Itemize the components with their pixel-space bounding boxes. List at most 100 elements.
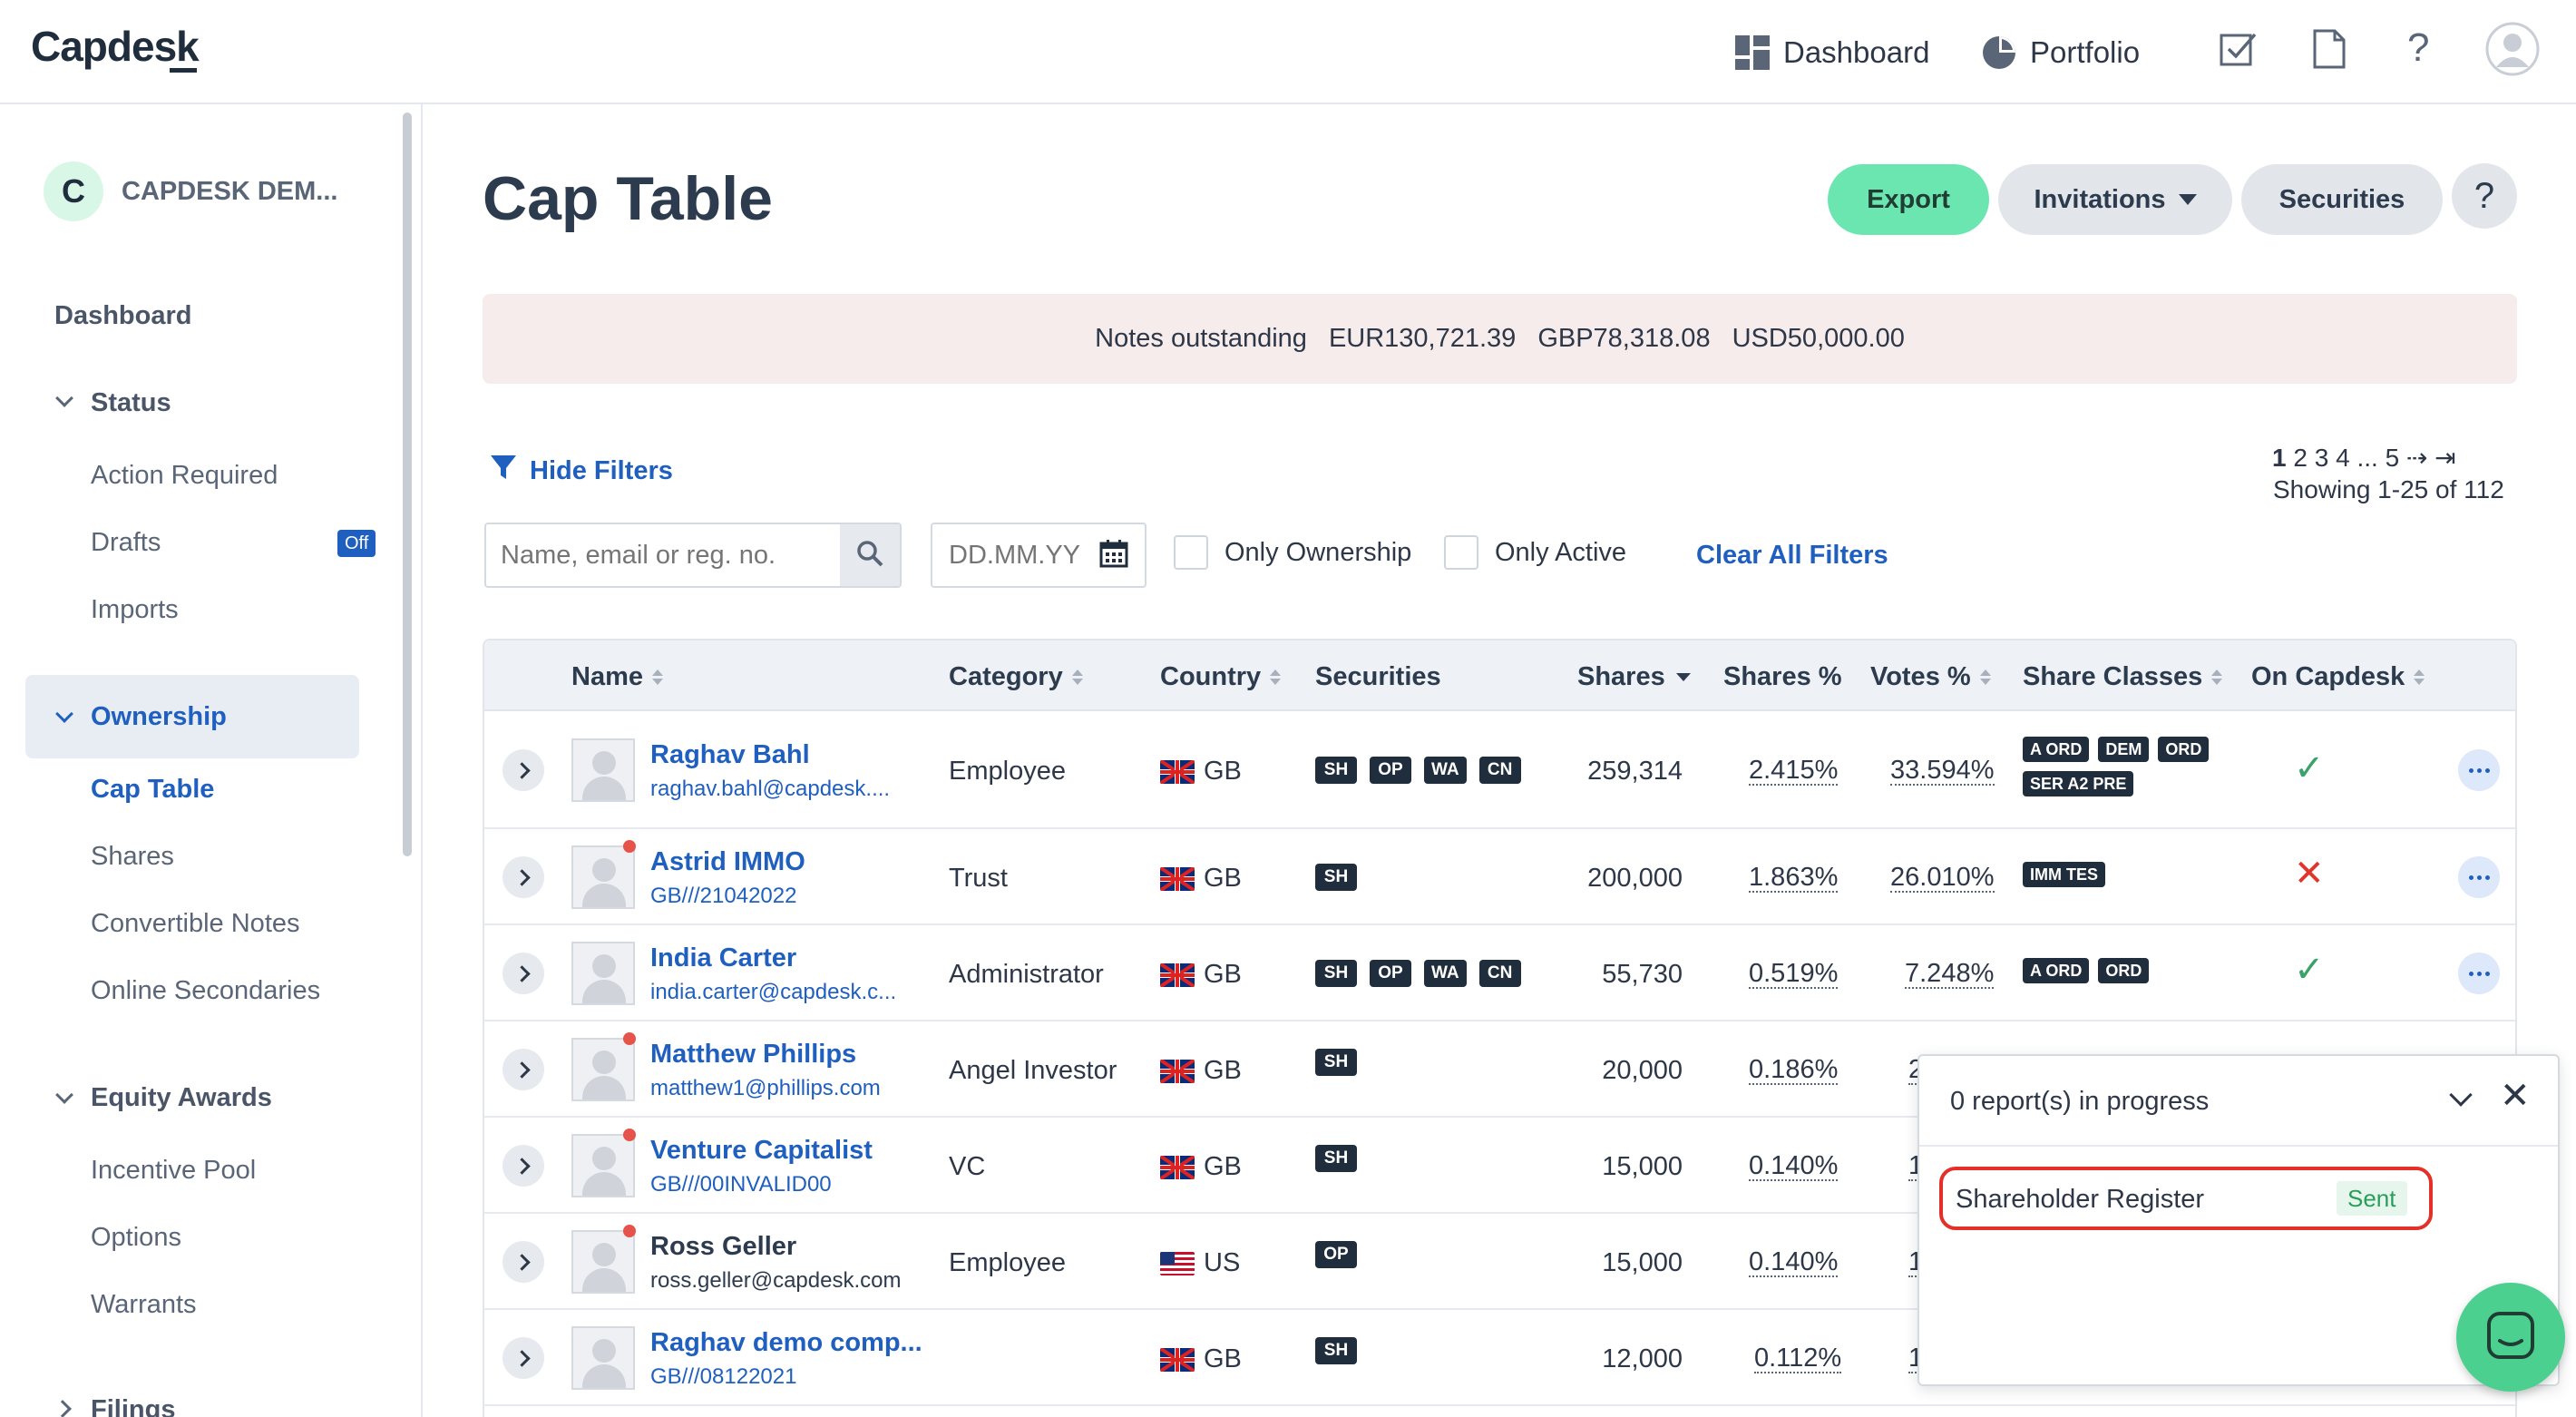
avatar (571, 1326, 635, 1390)
sidebar-item-cap-table[interactable]: Cap Table (91, 775, 214, 805)
page-link[interactable]: 2 (2293, 444, 2308, 472)
document-icon[interactable] (2311, 29, 2347, 69)
sort-icon (1071, 669, 1083, 685)
invitations-button[interactable]: Invitations (1998, 164, 2232, 235)
holder-name-link[interactable]: Astrid IMMO (650, 847, 805, 877)
page-link[interactable]: 3 (2315, 444, 2329, 472)
holder-category: Employee (949, 757, 1066, 786)
sidebar-item-options[interactable]: Options (91, 1223, 181, 1253)
next-page-icon[interactable]: ⇢ (2406, 444, 2427, 472)
table-row[interactable]: Raghav Bahl raghav.bahl@capdesk.... Empl… (484, 711, 2515, 829)
notification-dot (623, 840, 636, 853)
only-ownership-box[interactable] (1174, 535, 1208, 570)
holder-name-link[interactable]: India Carter (650, 943, 796, 973)
row-expand-button[interactable] (503, 953, 544, 994)
sidebar-item-shares[interactable]: Shares (91, 842, 174, 872)
row-expand-button[interactable] (503, 1049, 544, 1090)
shares-pct-value[interactable]: 1.863% (1749, 864, 1839, 893)
row-expand-button[interactable] (503, 1145, 544, 1187)
shares-pct-value[interactable]: 0.112% (1754, 1344, 1842, 1373)
sidebar-heading-equity-awards[interactable]: Equity Awards (91, 1083, 272, 1113)
row-more-button[interactable] (2458, 856, 2500, 898)
page-help-button[interactable]: ? (2452, 163, 2517, 229)
tasks-checkbox-icon[interactable] (2219, 29, 2259, 69)
votes-pct-value[interactable]: 33.594% (1890, 757, 1995, 786)
sort-icon (2211, 669, 2223, 685)
shares-pct-value[interactable]: 0.140% (1749, 1152, 1839, 1181)
nav-dashboard[interactable]: Dashboard (1734, 27, 1929, 78)
shares-pct-value[interactable]: 0.186% (1749, 1056, 1839, 1085)
col-category[interactable]: Category (949, 662, 1083, 692)
last-page-icon[interactable]: ⇥ (2435, 444, 2455, 472)
nav-portfolio[interactable]: Portfolio (1981, 27, 2140, 78)
only-ownership-checkbox[interactable]: Only Ownership (1174, 535, 1411, 570)
security-tag: SH (1315, 1049, 1357, 1076)
hide-filters-link[interactable]: Hide Filters (490, 454, 673, 488)
help-icon[interactable]: ? (2407, 25, 2429, 71)
holder-name[interactable]: Ross Geller (650, 1232, 796, 1262)
sidebar-item-convertible-notes[interactable]: Convertible Notes (91, 909, 300, 939)
col-share-classes[interactable]: Share Classes (2023, 662, 2223, 692)
securities-tags: SH (1315, 1337, 1357, 1364)
pagination: 1 2 3 4 ... 5 ⇢ ⇥ (2272, 443, 2456, 473)
securities-button[interactable]: Securities (2241, 164, 2443, 235)
chat-launcher-button[interactable] (2456, 1283, 2565, 1392)
only-active-checkbox[interactable]: Only Active (1444, 535, 1626, 570)
date-input[interactable] (949, 540, 1085, 571)
search-input[interactable] (486, 524, 840, 586)
col-name[interactable]: Name (571, 662, 663, 692)
shares-pct-value[interactable]: 0.519% (1749, 960, 1839, 989)
shares-pct-value[interactable]: 0.140% (1749, 1248, 1839, 1277)
holder-country: GB (1160, 1344, 1242, 1374)
sidebar-heading-status[interactable]: Status (91, 388, 171, 418)
holder-name-link[interactable]: Matthew Phillips (650, 1040, 856, 1070)
votes-pct-value[interactable]: 26.010% (1890, 864, 1995, 893)
sort-icon (1979, 669, 1991, 685)
row-expand-button[interactable] (503, 749, 544, 791)
row-expand-button[interactable] (503, 1241, 544, 1283)
sidebar-heading-ownership[interactable]: Ownership (91, 702, 227, 732)
company-name[interactable]: CAPDESK DEM... (122, 177, 337, 207)
avatar (571, 738, 635, 802)
search-button[interactable] (840, 524, 900, 586)
clear-all-filters-link[interactable]: Clear All Filters (1696, 541, 1888, 571)
capdesk-logo[interactable]: Capdesk (31, 22, 200, 73)
votes-pct-value[interactable]: 7.248% (1905, 960, 1995, 989)
table-row[interactable]: Astrid IMMO GB///21042022 Trust GB SH 20… (484, 829, 2515, 925)
col-on-capdesk[interactable]: On Capdesk (2251, 662, 2425, 692)
row-more-button[interactable] (2458, 749, 2500, 791)
row-more-button[interactable] (2458, 953, 2500, 994)
col-shares[interactable]: Shares (1577, 662, 1691, 692)
user-avatar[interactable] (2485, 22, 2540, 76)
export-button[interactable]: Export (1828, 164, 1989, 235)
holder-name-link[interactable]: Venture Capitalist (650, 1136, 873, 1166)
sidebar-item-warrants[interactable]: Warrants (91, 1290, 197, 1320)
col-country[interactable]: Country (1160, 662, 1282, 692)
sidebar-item-incentive-pool[interactable]: Incentive Pool (91, 1156, 256, 1186)
calendar-icon[interactable] (1099, 539, 1128, 572)
page-link[interactable]: 5 (2386, 444, 2400, 472)
collapse-chevron-icon[interactable] (2449, 1083, 2473, 1107)
only-active-box[interactable] (1444, 535, 1478, 570)
report-name: Shareholder Register (1956, 1185, 2205, 1214)
sidebar-item-drafts[interactable]: Drafts (91, 528, 161, 558)
page-link[interactable]: 4 (2336, 444, 2350, 472)
sidebar-item-imports[interactable]: Imports (91, 595, 179, 625)
holder-name-link[interactable]: Raghav Bahl (650, 740, 810, 770)
sidebar-item-action-required[interactable]: Action Required (91, 461, 278, 491)
invitations-button-label: Invitations (2034, 184, 2166, 214)
sidebar-heading-filings[interactable]: Filings (91, 1395, 175, 1417)
holder-sub: india.carter@capdesk.c... (650, 980, 897, 1004)
row-expand-button[interactable] (503, 856, 544, 898)
col-votes-pct[interactable]: Votes % (1870, 662, 1991, 692)
holder-name-link[interactable]: Raghav demo comp... (650, 1328, 922, 1358)
shares-pct-value[interactable]: 2.415% (1749, 757, 1839, 786)
sidebar-scrollbar[interactable] (403, 112, 412, 856)
table-row[interactable]: India Carter india.carter@capdesk.c... A… (484, 925, 2515, 1021)
sidebar-item-dashboard[interactable]: Dashboard (54, 301, 191, 331)
sidebar-item-online-secondaries[interactable]: Online Secondaries (91, 976, 320, 1006)
report-item[interactable]: Shareholder Register Sent (1939, 1167, 2433, 1230)
close-icon[interactable]: ✕ (2500, 1078, 2531, 1114)
page-link[interactable]: 1 (2272, 444, 2287, 472)
row-expand-button[interactable] (503, 1337, 544, 1379)
